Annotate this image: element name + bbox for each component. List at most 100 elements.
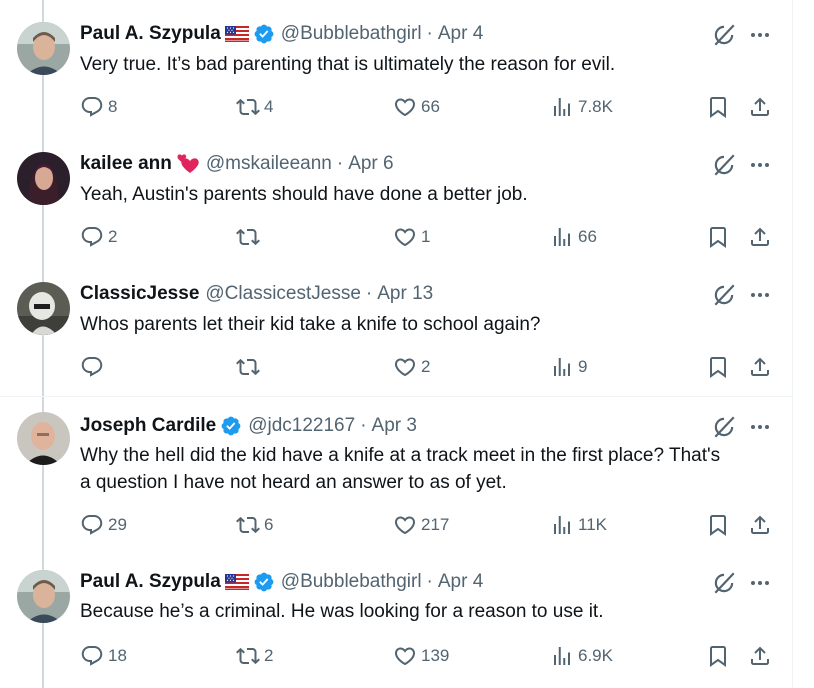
tweet-header: Paul A. Szypula @Bubblebathgirl · Apr 4 <box>80 21 762 47</box>
grok-icon[interactable] <box>711 22 737 48</box>
username[interactable]: @mskaileeann <box>206 153 332 175</box>
display-name[interactable]: Paul A. Szypula <box>80 23 221 45</box>
share-button[interactable] <box>748 224 772 250</box>
views-button[interactable]: 11K <box>550 512 607 538</box>
repost-button[interactable]: 4 <box>236 94 273 120</box>
reply-icon <box>80 355 104 379</box>
repost-icon <box>236 95 260 119</box>
verified-badge-icon[interactable] <box>220 415 242 437</box>
more-options-icon[interactable] <box>748 571 772 595</box>
reply-count: 2 <box>108 227 118 246</box>
repost-icon <box>236 513 260 537</box>
bookmark-button[interactable] <box>706 224 730 250</box>
verified-badge-icon[interactable] <box>253 23 275 45</box>
timestamp[interactable]: Apr 6 <box>348 153 393 175</box>
like-button[interactable]: 217 <box>393 512 449 538</box>
like-count: 217 <box>421 515 450 534</box>
repost-button[interactable]: 2 <box>236 643 273 669</box>
bookmark-icon <box>706 355 730 379</box>
more-options-icon[interactable] <box>748 23 772 47</box>
bookmark-button[interactable] <box>706 512 730 538</box>
grok-icon[interactable] <box>711 414 737 440</box>
share-icon <box>748 225 772 249</box>
grok-icon[interactable] <box>711 282 737 308</box>
display-name[interactable]: kailee ann <box>80 153 172 175</box>
share-button[interactable] <box>748 354 772 380</box>
repost-button[interactable]: 6 <box>236 512 273 538</box>
reply-count: 18 <box>108 646 127 665</box>
reply-button[interactable]: 29 <box>80 512 127 538</box>
like-button[interactable]: 2 <box>393 354 430 380</box>
reply-button[interactable]: 18 <box>80 643 127 669</box>
bookmark-button[interactable] <box>706 94 730 120</box>
reply-button[interactable] <box>80 354 108 380</box>
tweet-text-line: Why the hell did the kid have a knife at… <box>80 445 721 466</box>
timestamp[interactable]: Apr 4 <box>438 571 483 593</box>
tweet[interactable]: kailee ann @mskaileeann · Apr 6 Yeah, Au… <box>0 140 792 270</box>
share-button[interactable] <box>748 643 772 669</box>
tweet-text: Very true. It’s bad parenting that is ul… <box>80 54 616 75</box>
username[interactable]: @Bubblebathgirl <box>281 571 422 593</box>
more-options-icon[interactable] <box>748 415 772 439</box>
repost-count: 2 <box>264 646 274 665</box>
tweet[interactable]: ClassicJesse @ClassicestJesse · Apr 13 W… <box>0 270 792 397</box>
view-count: 66 <box>578 227 597 246</box>
bookmark-button[interactable] <box>706 643 730 669</box>
more-options-icon[interactable] <box>748 153 772 177</box>
avatar[interactable] <box>17 570 70 623</box>
views-button[interactable]: 6.9K <box>550 643 613 669</box>
tweet-header: Joseph Cardile @jdc122167 · Apr 3 <box>80 413 762 439</box>
display-name[interactable]: Joseph Cardile <box>80 415 216 437</box>
timestamp[interactable]: Apr 4 <box>438 23 483 45</box>
reply-icon <box>80 225 104 249</box>
share-icon <box>748 513 772 537</box>
tweet-header: Paul A. Szypula @Bubblebathgirl · Apr 4 <box>80 569 762 595</box>
tweet-text: Why the hell did the kid have a knife at… <box>80 442 780 496</box>
avatar[interactable] <box>17 282 70 335</box>
separator-dot: · <box>426 23 433 44</box>
display-name[interactable]: Paul A. Szypula <box>80 571 221 593</box>
share-button[interactable] <box>748 94 772 120</box>
views-button[interactable]: 9 <box>550 354 587 380</box>
tweet-text: Whos parents let their kid take a knife … <box>80 314 541 335</box>
tweet-actions: 18 2 139 6.9K <box>80 643 780 669</box>
timestamp[interactable]: Apr 13 <box>377 283 433 305</box>
bookmark-button[interactable] <box>706 354 730 380</box>
repost-button[interactable] <box>236 224 264 250</box>
like-count: 1 <box>421 227 431 246</box>
like-button[interactable]: 1 <box>393 224 430 250</box>
username[interactable]: @Bubblebathgirl <box>281 23 422 45</box>
view-count: 11K <box>578 515 607 534</box>
avatar[interactable] <box>17 412 70 465</box>
like-button[interactable]: 139 <box>393 643 449 669</box>
grok-icon[interactable] <box>711 152 737 178</box>
reply-count: 8 <box>108 97 118 116</box>
like-count: 66 <box>421 97 440 116</box>
separator-dot: · <box>365 283 373 304</box>
repost-button[interactable] <box>236 354 264 380</box>
repost-icon <box>236 644 260 668</box>
avatar[interactable] <box>17 22 70 75</box>
username[interactable]: @jdc122167 <box>248 415 355 437</box>
tweet[interactable]: Paul A. Szypula @Bubblebathgirl · Apr 4 … <box>0 551 792 688</box>
like-button[interactable]: 66 <box>393 94 440 120</box>
views-button[interactable]: 66 <box>550 224 597 250</box>
avatar[interactable] <box>17 152 70 205</box>
verified-badge-icon[interactable] <box>253 571 275 593</box>
display-name[interactable]: ClassicJesse <box>80 283 199 305</box>
reply-button[interactable]: 8 <box>80 94 117 120</box>
share-button[interactable] <box>748 512 772 538</box>
tweet[interactable]: Joseph Cardile @jdc122167 · Apr 3 Why th… <box>0 397 792 551</box>
more-options-icon[interactable] <box>748 283 772 307</box>
bookmark-icon <box>706 513 730 537</box>
reply-button[interactable]: 2 <box>80 224 117 250</box>
like-count: 139 <box>421 646 450 665</box>
username[interactable]: @ClassicestJesse <box>205 283 361 305</box>
repost-icon <box>236 355 260 379</box>
tweet[interactable]: Paul A. Szypula @Bubblebathgirl · Apr 4 … <box>0 0 792 140</box>
timestamp[interactable]: Apr 3 <box>372 415 417 437</box>
repost-count: 6 <box>264 515 274 534</box>
views-button[interactable]: 7.8K <box>550 94 613 120</box>
grok-icon[interactable] <box>711 570 737 596</box>
tweet-actions: 29 6 217 11K <box>80 512 780 538</box>
